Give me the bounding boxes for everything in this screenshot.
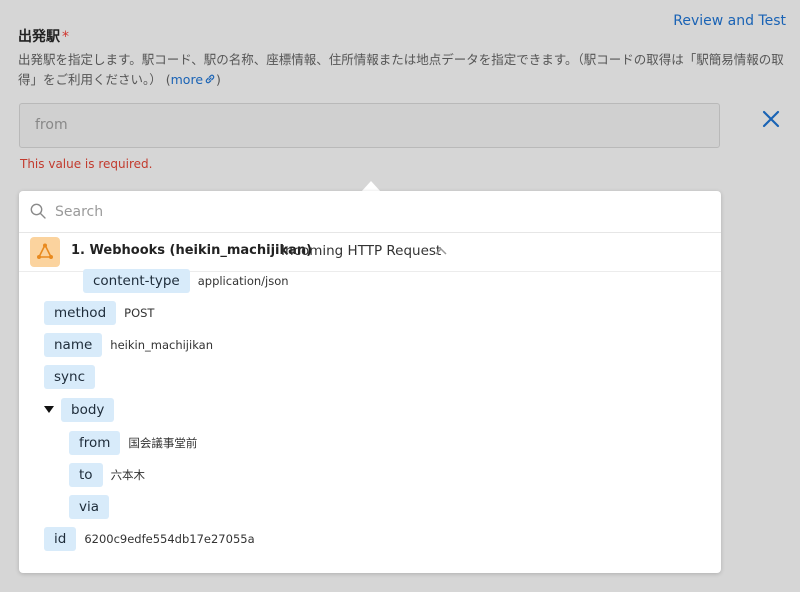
- list-item-body: body: [44, 398, 115, 422]
- variable-value: application/json: [197, 274, 289, 288]
- list-item-from: from 国会議事堂前: [69, 431, 197, 455]
- variable-chip[interactable]: name: [44, 333, 103, 357]
- expand-triangle-icon[interactable]: [44, 406, 54, 413]
- departure-station-input[interactable]: from: [19, 103, 720, 148]
- list-item-name: name heikin_machijikan: [44, 333, 213, 357]
- more-link[interactable]: more: [171, 72, 216, 87]
- variable-picker-dropdown: 1. Webhooks (heikin_machijikan) Incoming…: [19, 191, 721, 573]
- field-label: 出発駅 *: [18, 26, 69, 46]
- review-and-test-link[interactable]: Review and Test: [673, 13, 786, 29]
- search-row: [19, 191, 721, 233]
- variable-value: 6200c9edfe554db17e27055a: [84, 532, 255, 546]
- list-item-to: to 六本木: [69, 463, 145, 487]
- variable-value: 六本木: [110, 468, 146, 482]
- list-item-via: via: [69, 495, 110, 519]
- search-icon: [30, 203, 46, 219]
- more-link-label: more: [170, 72, 204, 87]
- input-value: from: [35, 117, 68, 133]
- field-label-text: 出発駅: [18, 29, 60, 45]
- webhook-icon: [37, 243, 53, 259]
- variable-chip[interactable]: via: [69, 495, 110, 519]
- step-subtitle: Incoming HTTP Request: [281, 243, 442, 259]
- variable-chip[interactable]: content-type: [83, 269, 190, 293]
- variable-chip[interactable]: method: [44, 301, 117, 325]
- variable-value: POST: [124, 306, 155, 320]
- list-item-content-type: content-type application/json: [83, 269, 289, 293]
- field-description-text: 出発駅を指定します。駅コード、駅の名称、座標情報、住所情報または地点データを指定…: [18, 52, 784, 87]
- variable-chip[interactable]: sync: [44, 365, 96, 389]
- variable-value: heikin_machijikan: [110, 338, 213, 352]
- variable-value: 国会議事堂前: [128, 436, 198, 450]
- variable-chip[interactable]: id: [44, 527, 77, 551]
- list-item-method: method POST: [44, 301, 154, 325]
- step-title: 1. Webhooks (heikin_machijikan): [71, 243, 313, 258]
- search-input[interactable]: [53, 199, 657, 225]
- required-star: *: [62, 29, 69, 45]
- chevron-up-icon[interactable]: [435, 247, 447, 255]
- variable-chip[interactable]: body: [61, 398, 115, 422]
- error-message: This value is required.: [20, 157, 153, 171]
- list-item-sync: sync: [44, 365, 96, 389]
- webhook-step-icon: [30, 237, 60, 267]
- step-header[interactable]: 1. Webhooks (heikin_machijikan) Incoming…: [19, 233, 721, 272]
- field-description: 出発駅を指定します。駅コード、駅の名称、座標情報、住所情報または地点データを指定…: [18, 52, 784, 87]
- close-icon[interactable]: [760, 108, 782, 130]
- list-item-id: id 6200c9edfe554db17e27055a: [44, 527, 255, 551]
- variable-chip[interactable]: from: [69, 431, 121, 455]
- link-icon: [205, 74, 215, 84]
- variable-chip[interactable]: to: [69, 463, 103, 487]
